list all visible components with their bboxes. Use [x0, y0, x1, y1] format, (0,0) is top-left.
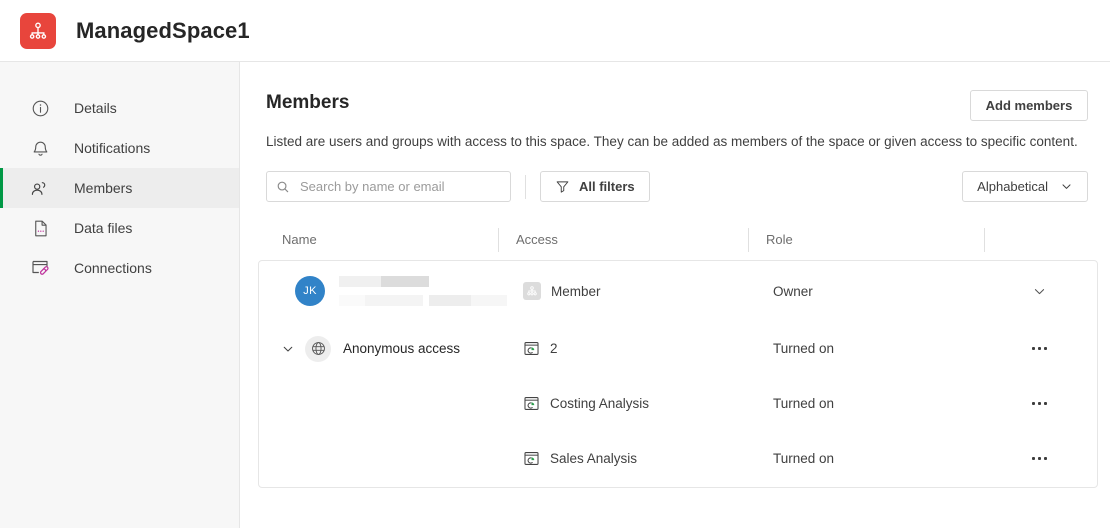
table-row[interactable]: Costing Analysis Turned on	[259, 376, 1097, 431]
row-role-cell: Turned on	[773, 341, 835, 356]
avatar: JK	[295, 276, 325, 306]
chevron-down-icon[interactable]	[1032, 284, 1047, 299]
kebab-menu-icon[interactable]	[1031, 457, 1047, 460]
row-name-cell: Anonymous access	[273, 335, 523, 362]
search-icon	[276, 180, 290, 194]
sidebar-item-label: Details	[74, 100, 117, 116]
members-toolbar: All filters Alphabetical	[240, 151, 1110, 202]
space-hierarchy-icon	[20, 12, 56, 49]
sidebar-item-label: Data files	[74, 220, 133, 236]
row-name-label: Anonymous access	[343, 341, 461, 356]
sidebar-item-notifications[interactable]: Notifications	[0, 128, 239, 168]
chevron-down-icon	[1060, 180, 1073, 193]
toolbar-divider	[525, 174, 526, 199]
members-description: Listed are users and groups with access …	[266, 134, 1078, 149]
row-access-label: Sales Analysis	[550, 451, 638, 466]
row-actions-cell[interactable]	[1009, 284, 1069, 299]
app-chart-icon	[523, 340, 540, 357]
column-header-actions	[984, 228, 1062, 252]
info-circle-icon	[30, 98, 50, 118]
row-access-cell: Sales Analysis	[523, 450, 773, 467]
table-row[interactable]: Sales Analysis Turned on	[259, 431, 1097, 486]
table-row[interactable]: JK Member Owner	[259, 261, 1097, 321]
sort-order-label: Alphabetical	[977, 179, 1048, 194]
add-members-button[interactable]: Add members	[970, 90, 1088, 121]
page-title: ManagedSpace1	[76, 17, 250, 43]
kebab-menu-icon[interactable]	[1031, 347, 1047, 350]
row-access-cell: Member	[523, 282, 773, 300]
main-content: Members Add members Listed are users and…	[240, 62, 1110, 528]
row-access-label: Member	[551, 283, 601, 299]
app-header: ManagedSpace1	[0, 0, 1110, 62]
sidebar-item-connections[interactable]: Connections	[0, 248, 239, 288]
kebab-menu-icon[interactable]	[1031, 402, 1047, 405]
sidebar-item-label: Notifications	[74, 140, 151, 156]
members-title: Members	[266, 92, 350, 113]
row-actions-cell[interactable]	[1009, 347, 1069, 350]
sidebar: Details Notifications Members Data files…	[0, 62, 240, 528]
redacted-user-identity	[339, 276, 507, 306]
members-table-header: Name Access Role	[240, 220, 1110, 260]
expand-collapse-chevron-down-icon[interactable]	[279, 342, 297, 356]
row-access-cell: Costing Analysis	[523, 395, 773, 412]
sidebar-item-label: Members	[74, 180, 133, 196]
column-header-role: Role	[748, 228, 1002, 252]
members-header: Members Add members	[240, 62, 1110, 121]
sidebar-item-details[interactable]: Details	[0, 88, 239, 128]
bell-icon	[30, 138, 50, 158]
sort-order-select[interactable]: Alphabetical	[962, 171, 1088, 202]
row-access-label: Costing Analysis	[550, 396, 650, 411]
connections-icon	[30, 258, 50, 278]
sidebar-item-label: Connections	[74, 260, 152, 276]
funnel-icon	[555, 179, 570, 194]
globe-icon	[305, 335, 331, 362]
all-filters-label: All filters	[579, 179, 635, 194]
row-role-cell: Turned on	[773, 396, 835, 411]
app-root: ManagedSpace1 Details Notifications Memb…	[0, 0, 1110, 528]
row-access-label: 2	[550, 341, 558, 356]
app-chart-icon	[523, 395, 540, 412]
member-badge-icon	[523, 282, 541, 300]
sidebar-item-members[interactable]: Members	[0, 168, 239, 208]
app-chart-icon	[523, 450, 540, 467]
search-input[interactable]	[298, 172, 501, 201]
people-icon	[30, 178, 50, 198]
all-filters-button[interactable]: All filters	[540, 171, 650, 202]
search-box[interactable]	[266, 171, 511, 202]
row-role-cell: Owner	[773, 283, 813, 299]
members-table: JK Member Owner Anonymous access 2 Turne…	[258, 260, 1098, 488]
sidebar-item-data-files[interactable]: Data files	[0, 208, 239, 248]
row-access-cell: 2	[523, 340, 773, 357]
table-row[interactable]: Anonymous access 2 Turned on	[259, 321, 1097, 376]
column-header-access: Access	[498, 228, 766, 252]
row-role-cell: Turned on	[773, 451, 835, 466]
row-actions-cell[interactable]	[1009, 402, 1069, 405]
row-name-cell: JK	[273, 276, 523, 306]
row-actions-cell[interactable]	[1009, 457, 1069, 460]
file-icon	[30, 218, 50, 238]
column-header-name: Name	[282, 232, 317, 247]
